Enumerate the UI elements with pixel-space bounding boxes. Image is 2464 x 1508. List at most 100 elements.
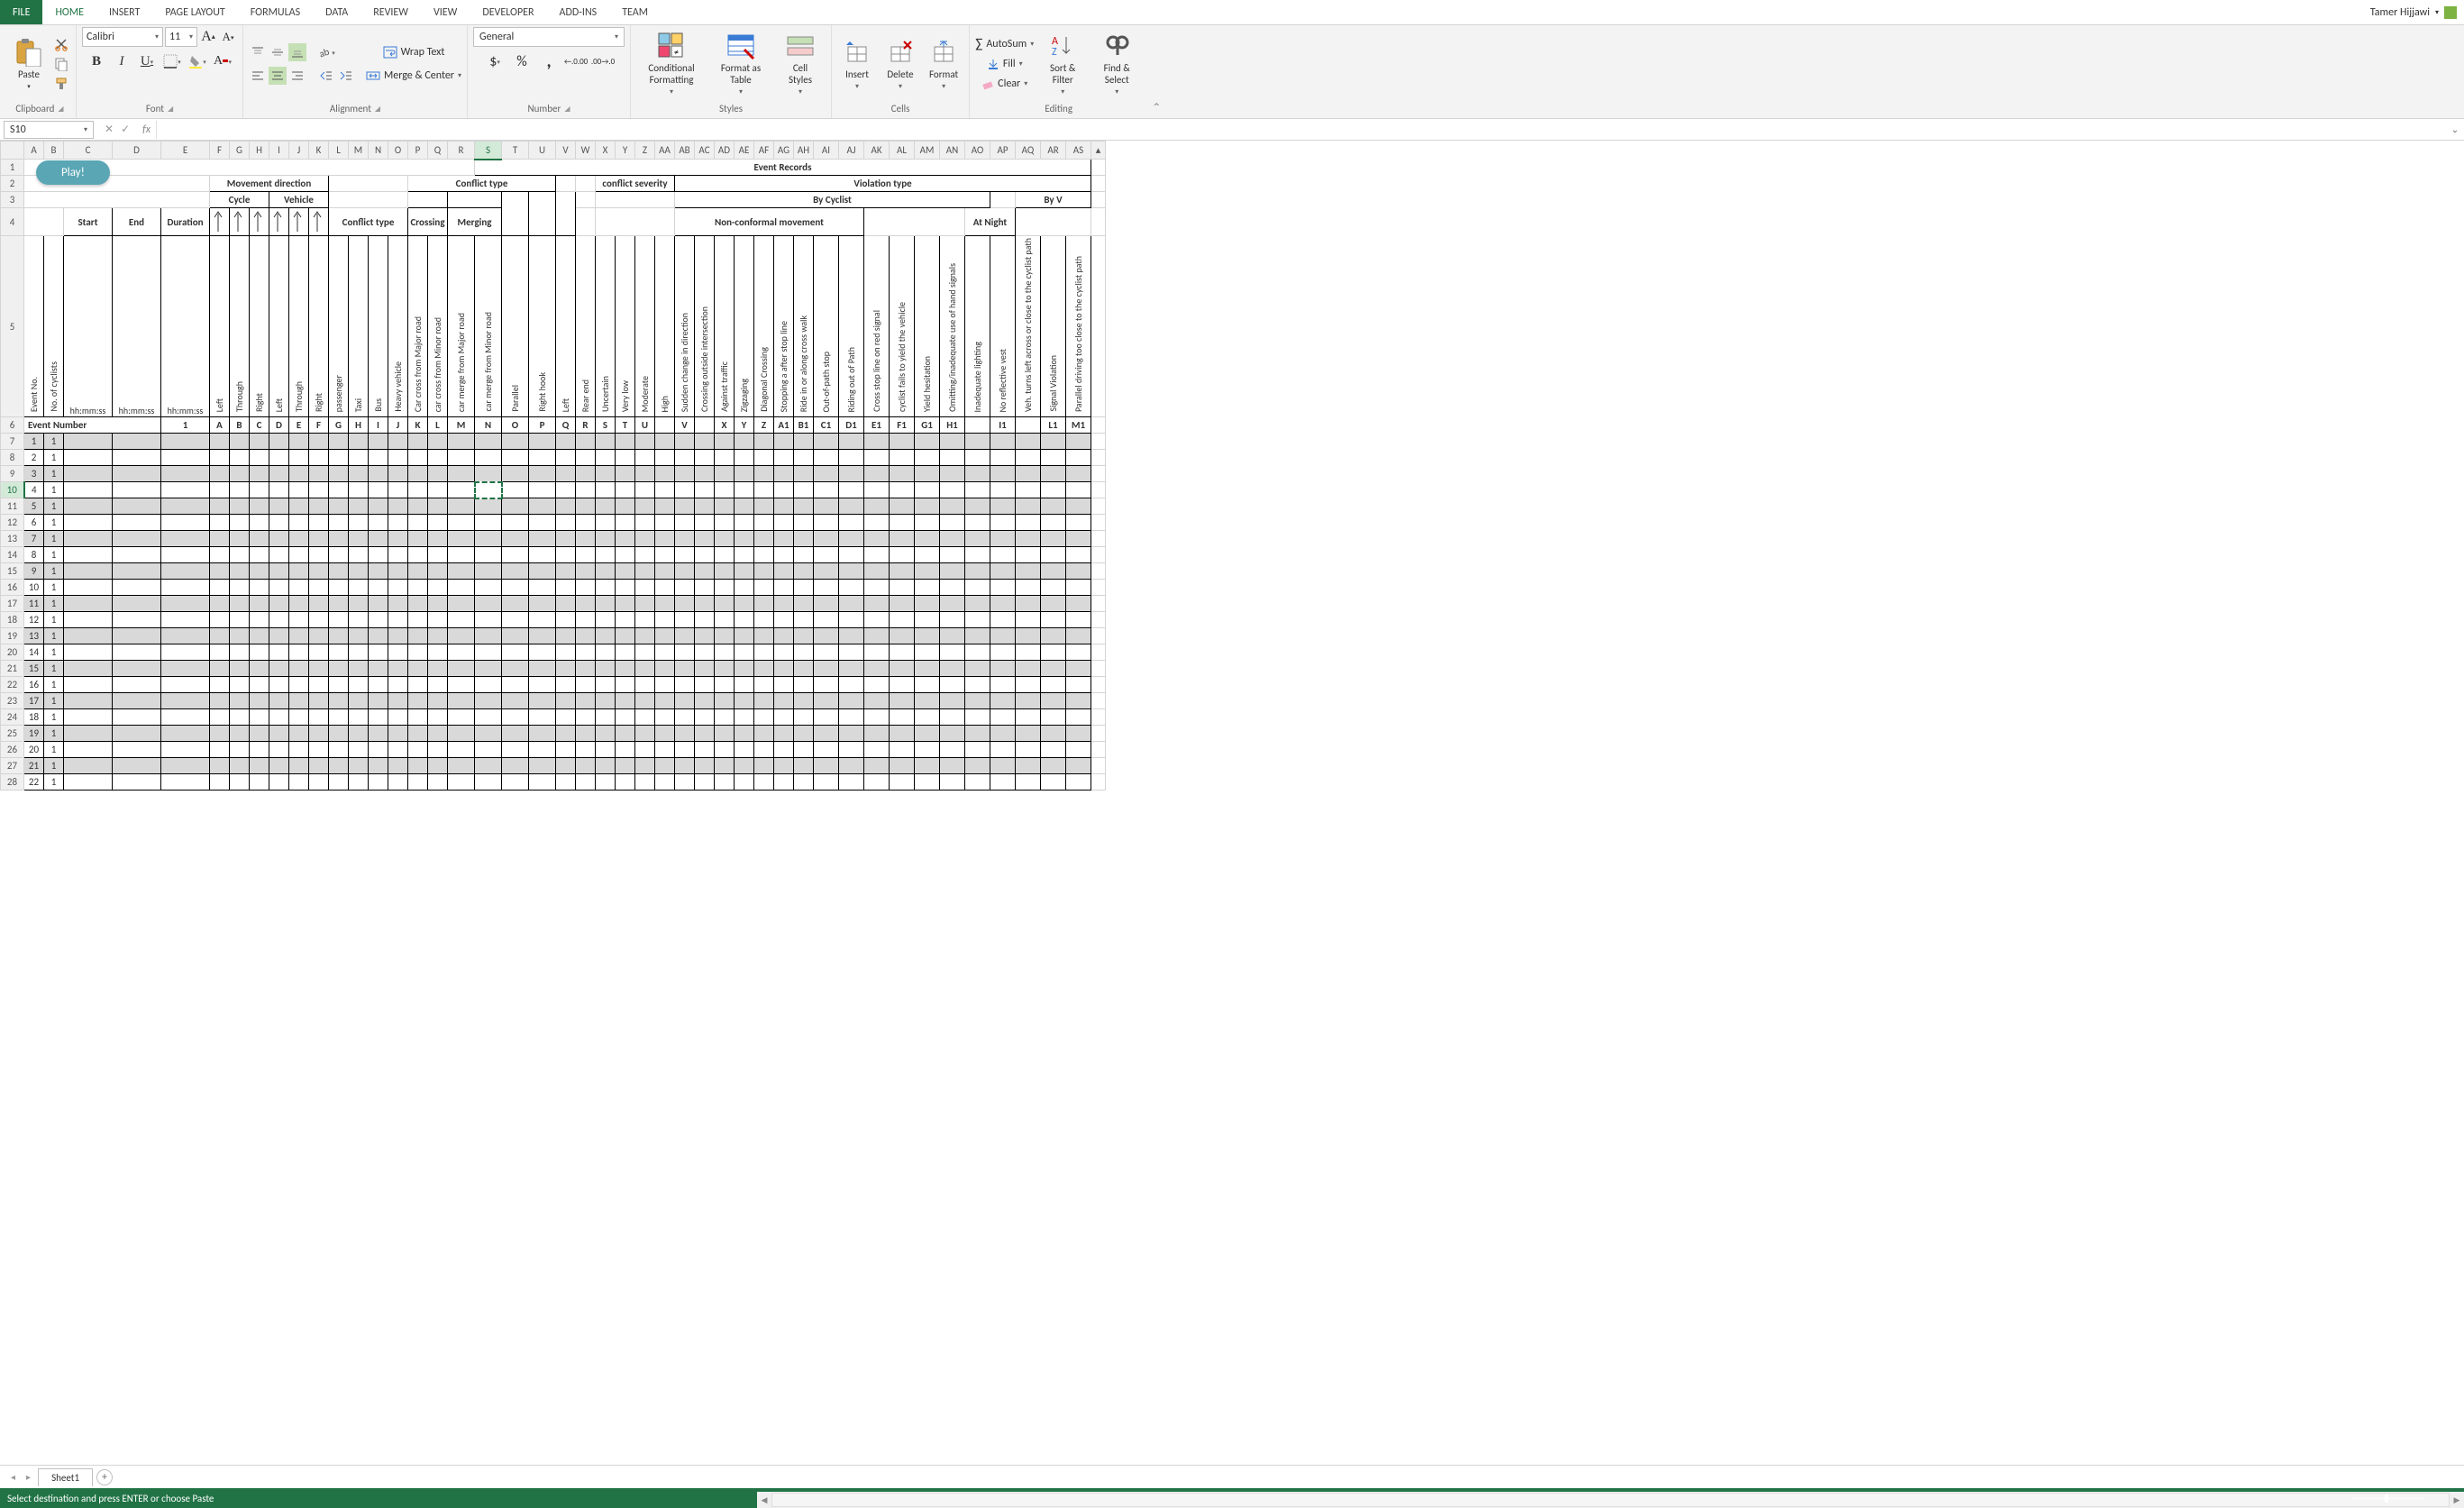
cell[interactable] <box>113 466 161 482</box>
cell[interactable] <box>529 547 556 563</box>
cell[interactable] <box>940 580 965 596</box>
cell[interactable] <box>616 547 635 563</box>
user-account[interactable]: Tamer Hijjawi ▾ <box>2363 0 2464 24</box>
cell[interactable] <box>990 596 1016 612</box>
cell[interactable] <box>349 774 369 791</box>
cell[interactable] <box>502 515 529 531</box>
cell[interactable] <box>754 774 774 791</box>
cell[interactable] <box>388 547 408 563</box>
cell[interactable] <box>349 612 369 628</box>
cell[interactable] <box>64 612 113 628</box>
cell[interactable] <box>428 644 448 661</box>
cell[interactable] <box>329 709 349 726</box>
cell[interactable] <box>230 774 250 791</box>
cell[interactable] <box>1066 547 1091 563</box>
cell[interactable] <box>388 531 408 547</box>
cell[interactable] <box>269 644 289 661</box>
cell[interactable] <box>161 596 210 612</box>
cell[interactable] <box>695 563 715 580</box>
column-header[interactable]: AF <box>754 142 774 160</box>
cell[interactable] <box>250 450 269 466</box>
cell[interactable] <box>915 612 940 628</box>
cell[interactable] <box>502 709 529 726</box>
cell[interactable] <box>655 434 675 450</box>
cell[interactable] <box>655 709 675 726</box>
cell[interactable] <box>715 596 735 612</box>
cell[interactable] <box>990 661 1016 677</box>
cell[interactable] <box>113 580 161 596</box>
cell[interactable] <box>64 709 113 726</box>
cell[interactable] <box>64 498 113 515</box>
cell[interactable] <box>230 661 250 677</box>
cell[interactable] <box>616 726 635 742</box>
cell[interactable] <box>250 709 269 726</box>
cell[interactable] <box>735 547 754 563</box>
cell[interactable] <box>161 742 210 758</box>
cell[interactable] <box>349 644 369 661</box>
cell[interactable] <box>965 628 990 644</box>
wrap-text-button[interactable]: Wrap Text <box>366 43 461 61</box>
cell[interactable] <box>428 547 448 563</box>
cell[interactable] <box>695 466 715 482</box>
cell[interactable] <box>839 596 864 612</box>
cell[interactable] <box>529 531 556 547</box>
increase-indent-button[interactable] <box>337 67 355 85</box>
row-header[interactable]: 21 <box>1 661 24 677</box>
cell[interactable] <box>616 644 635 661</box>
cell[interactable] <box>113 709 161 726</box>
cell[interactable] <box>1041 482 1066 498</box>
tab-team[interactable]: TEAM <box>609 0 661 24</box>
cell[interactable] <box>289 515 309 531</box>
cell[interactable] <box>502 547 529 563</box>
cell[interactable] <box>655 466 675 482</box>
cell[interactable] <box>1066 693 1091 709</box>
cell[interactable] <box>915 547 940 563</box>
cell[interactable] <box>754 563 774 580</box>
cell[interactable] <box>794 580 814 596</box>
cell[interactable] <box>774 758 794 774</box>
cell[interactable] <box>715 677 735 693</box>
cell[interactable] <box>369 628 388 644</box>
column-header[interactable]: AK <box>864 142 890 160</box>
row-header[interactable]: 5 <box>1 236 24 417</box>
cell[interactable] <box>814 498 839 515</box>
cell[interactable] <box>388 758 408 774</box>
cell[interactable] <box>940 498 965 515</box>
cell[interactable] <box>839 498 864 515</box>
cell[interactable] <box>1016 434 1041 450</box>
cell[interactable] <box>794 450 814 466</box>
cell[interactable] <box>113 612 161 628</box>
cell[interactable] <box>864 547 890 563</box>
column-header[interactable]: I <box>269 142 289 160</box>
cell[interactable] <box>161 515 210 531</box>
cell[interactable] <box>1066 628 1091 644</box>
cell[interactable] <box>408 644 428 661</box>
cell[interactable] <box>502 774 529 791</box>
cell[interactable] <box>754 450 774 466</box>
cell[interactable] <box>890 612 915 628</box>
cell[interactable] <box>250 596 269 612</box>
cell[interactable] <box>329 677 349 693</box>
cell[interactable] <box>210 774 230 791</box>
cell[interactable] <box>965 466 990 482</box>
cell[interactable] <box>635 726 655 742</box>
merge-center-button[interactable]: Merge & Center▾ <box>366 67 461 85</box>
cell[interactable] <box>388 726 408 742</box>
cell[interactable] <box>230 709 250 726</box>
cell[interactable] <box>210 742 230 758</box>
cell[interactable] <box>890 498 915 515</box>
cell[interactable] <box>1066 661 1091 677</box>
cell[interactable] <box>675 596 695 612</box>
cell[interactable] <box>556 531 576 547</box>
cell[interactable] <box>369 531 388 547</box>
cell[interactable] <box>814 596 839 612</box>
cell[interactable] <box>329 515 349 531</box>
cell[interactable] <box>502 742 529 758</box>
cell[interactable] <box>210 661 230 677</box>
format-as-table-button[interactable]: Format as Table▾ <box>710 28 771 100</box>
cell[interactable] <box>210 482 230 498</box>
cell[interactable] <box>448 482 475 498</box>
cell[interactable] <box>556 644 576 661</box>
cell[interactable] <box>940 628 965 644</box>
cell[interactable] <box>408 758 428 774</box>
